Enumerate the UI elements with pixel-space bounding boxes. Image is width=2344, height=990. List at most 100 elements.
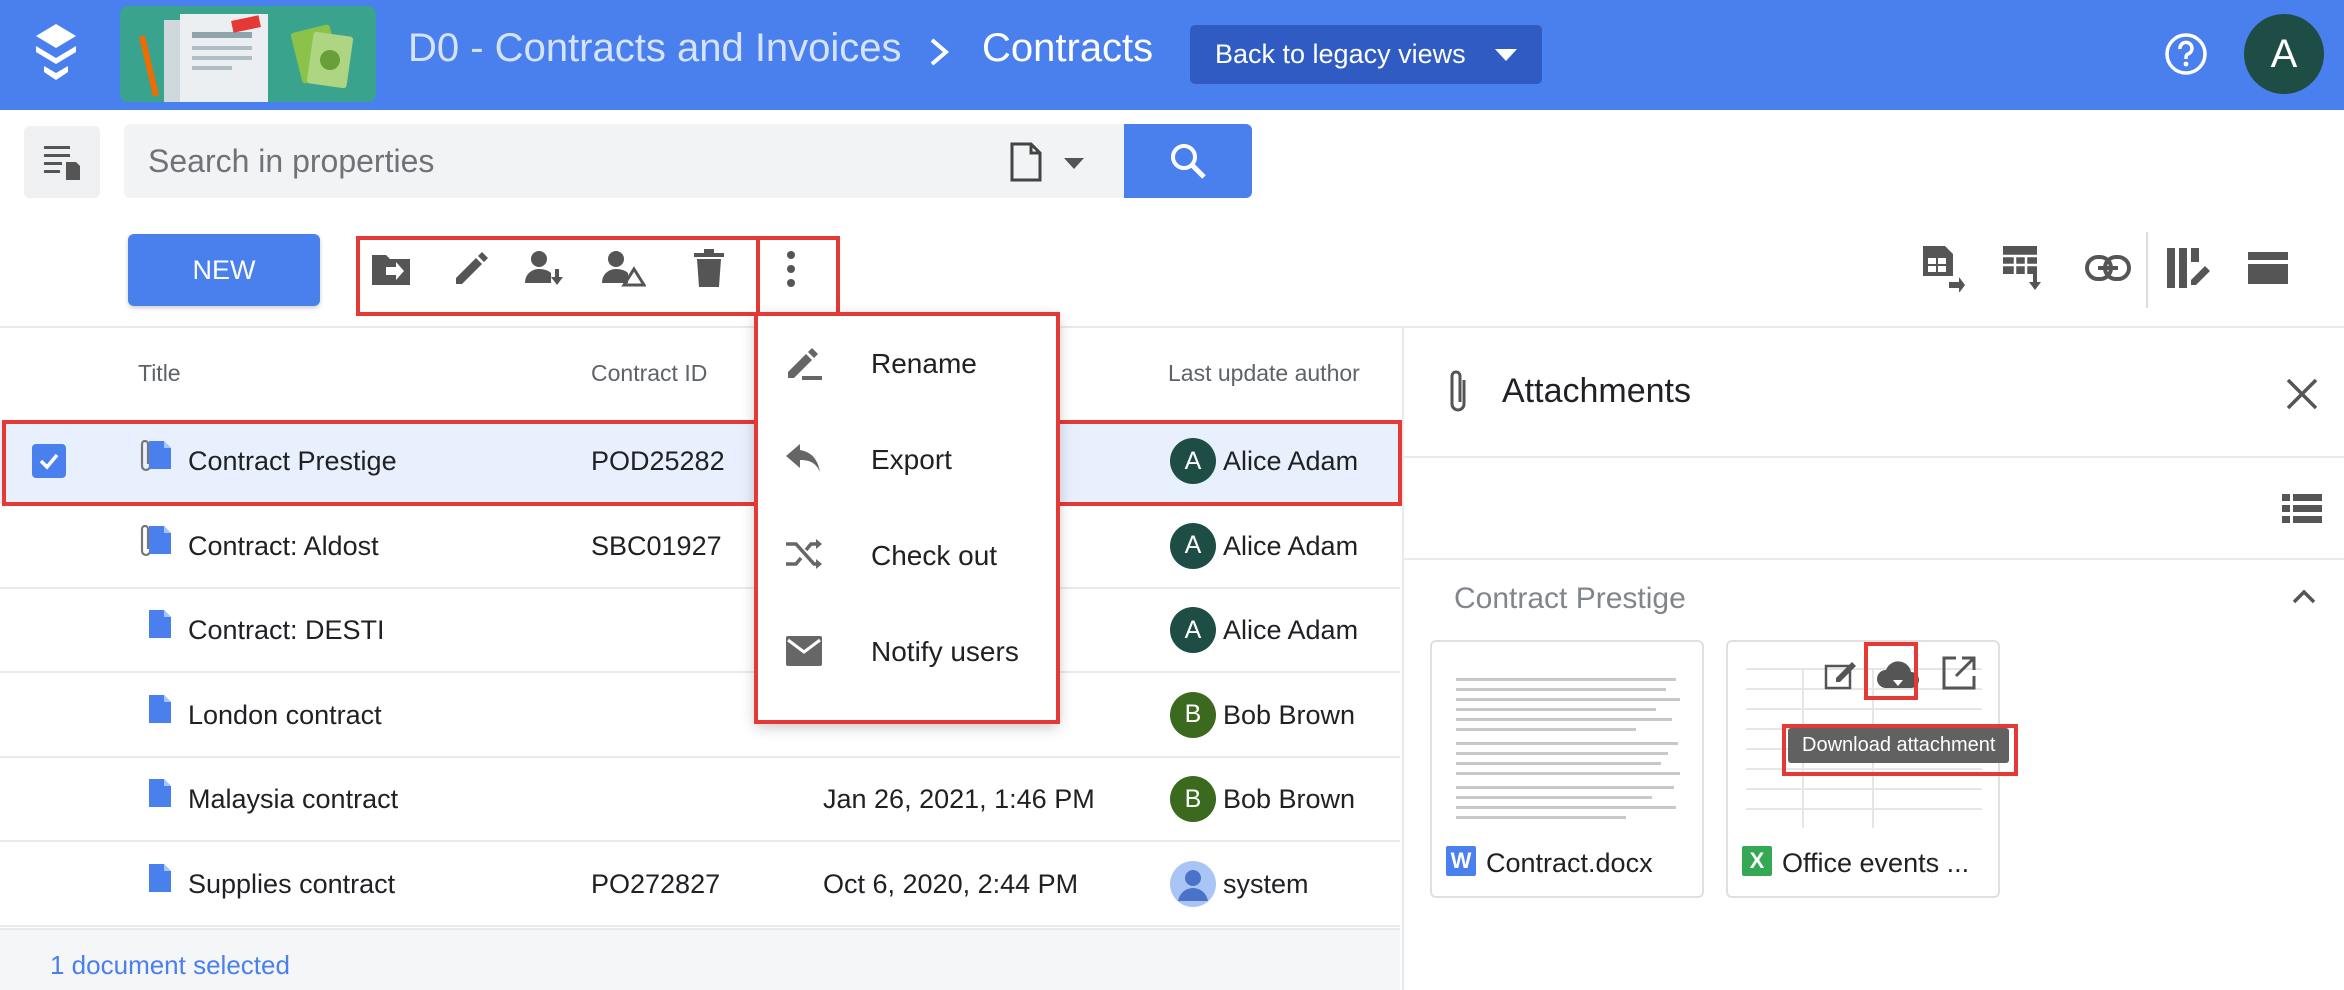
document-type-icon[interactable] [1009,142,1043,182]
row-title[interactable]: Contract: DESTI [188,615,385,646]
selection-count: 1 document selected [50,950,290,980]
more-actions-button[interactable] [768,246,814,292]
check-icon [39,453,59,470]
back-to-legacy-views-button[interactable]: Back to legacy views [1190,25,1542,84]
table-row[interactable]: Contract: DESTIMAAlice Adam [0,589,1400,673]
view-panel-icon [2248,252,2288,284]
attachment-card[interactable]: W Contract.docx [1430,640,1704,898]
edit-button[interactable] [448,246,494,292]
row-contract-id: POD25282 [591,446,725,476]
share-user-button[interactable] [600,246,646,292]
chevron-up-icon[interactable] [2290,586,2318,606]
menu-item-label: Check out [871,540,998,571]
document-list-icon [44,146,80,180]
author-avatar: B [1170,691,1216,738]
row-author: system [1223,868,1309,899]
column-header-title[interactable]: Title [138,360,181,387]
row-title[interactable]: Contract: Aldost [188,531,379,562]
move-to-folder-button[interactable] [368,246,414,292]
menu-item-notify-users[interactable]: Notify users [756,602,1058,698]
view-panel-button[interactable] [2244,244,2292,292]
author-avatar: A [1170,607,1216,653]
menu-item-label: Notify users [871,636,1019,667]
row-author: Bob Brown [1223,699,1356,730]
breadcrumb-workspace[interactable]: D0 - Contracts and Invoices [408,26,902,71]
panel-divider [1404,456,2344,458]
menu-item-export[interactable]: Export [756,410,1058,506]
delete-icon [694,249,724,287]
attachment-section-title: Contract Prestige [1454,582,1686,615]
row-updated: Oct 6, 2020, 2:44 PM [823,868,1079,899]
edit-columns-button[interactable] [2164,244,2212,292]
row-author: Alice Adam [1223,615,1359,645]
table-row[interactable]: Malaysia contract Jan 26, 2021, 1:46 PM B B… [0,758,1400,842]
search-bar [124,124,1124,198]
table-row[interactable]: Contract: AldostSBC01927AMAAlice Adam [0,505,1400,589]
help-icon[interactable] [2164,32,2208,76]
share-icon [602,251,646,287]
assign-user-button[interactable] [522,246,568,292]
row-title[interactable]: London contract [188,700,382,731]
list-view-icon[interactable] [2282,492,2322,526]
row-checkbox[interactable] [32,444,66,478]
import-table-button[interactable] [2000,244,2048,292]
column-header-contract-id[interactable]: Contract ID [591,360,707,387]
excel-file-icon: X [1742,846,1772,876]
row-updated: Jan 26, 2021, 1:46 PM [823,784,1095,814]
row-contract-id: SBC01927 [591,530,722,561]
row-author: Bob Brown [1223,784,1356,814]
table-row[interactable]: London contractMBBob Brown [0,674,1400,758]
row-author: Alice Adam [1223,530,1359,561]
author-avatar: A [1170,522,1216,569]
toggle-navigation-button[interactable] [24,126,100,198]
search-input[interactable] [148,124,1008,198]
breadcrumb-current: Contracts [982,26,1154,70]
document-thumbnail [1446,658,1690,836]
open-external-icon[interactable] [1940,654,1978,692]
author-avatar: A [1170,438,1216,484]
search-button[interactable] [1124,124,1252,198]
document-type-caret-icon[interactable] [1064,158,1084,169]
new-button[interactable]: NEW [128,234,320,306]
document-icon [149,694,171,723]
menu-item-check-out[interactable]: Check out [756,506,1058,602]
export-icon [786,444,820,472]
attachment-card[interactable]: X Office events ... [1726,640,2000,898]
copy-link-button[interactable] [2084,244,2132,292]
mail-icon [786,636,822,666]
row-title[interactable]: Contract Prestige [188,446,397,477]
link-icon [2085,255,2131,281]
row-author: Alice Adam [1223,446,1359,476]
table-row[interactable]: Supplies contract PO272827 Oct 6, 2020, 2:… [0,843,1400,927]
delete-button[interactable] [686,246,732,292]
edit-icon [456,252,488,284]
download-icon[interactable] [1876,658,1920,692]
user-avatar[interactable]: A [2244,14,2324,94]
close-icon[interactable] [2284,376,2320,412]
search-icon [1171,144,1206,179]
table-row[interactable]: Contract PrestigePOD25282AMAAlice Adam [0,420,1400,504]
row-title[interactable]: Supplies contract [188,869,395,900]
assign-user-icon [525,251,563,285]
app-logo-icon[interactable] [30,22,82,86]
document-icon [149,525,171,554]
menu-item-label: Export [871,444,952,475]
document-icon [149,610,171,638]
export-table-icon [1923,246,1965,292]
column-header-last-update-author[interactable]: Last update author [1168,360,1360,387]
rename-icon [788,348,822,380]
download-tooltip: Download attachment [1788,728,2010,763]
export-table-button[interactable] [1918,244,1966,292]
document-icon [149,863,171,892]
attachment-name: Office events ... [1782,848,1970,878]
edit-attachment-icon[interactable] [1824,656,1860,690]
menu-item-label: Rename [871,348,977,379]
attachments-panel: Attachments Contract Prestige W Contract… [1402,328,2344,990]
author-avatar: B [1170,776,1216,822]
panel-title: Attachments [1502,372,1691,410]
breadcrumb-chevron-icon [930,38,950,66]
row-title[interactable]: Malaysia contract [188,784,398,815]
panel-divider [1404,558,2344,560]
menu-item-rename[interactable]: Rename [756,314,1058,410]
toolbar-divider [2146,232,2148,308]
